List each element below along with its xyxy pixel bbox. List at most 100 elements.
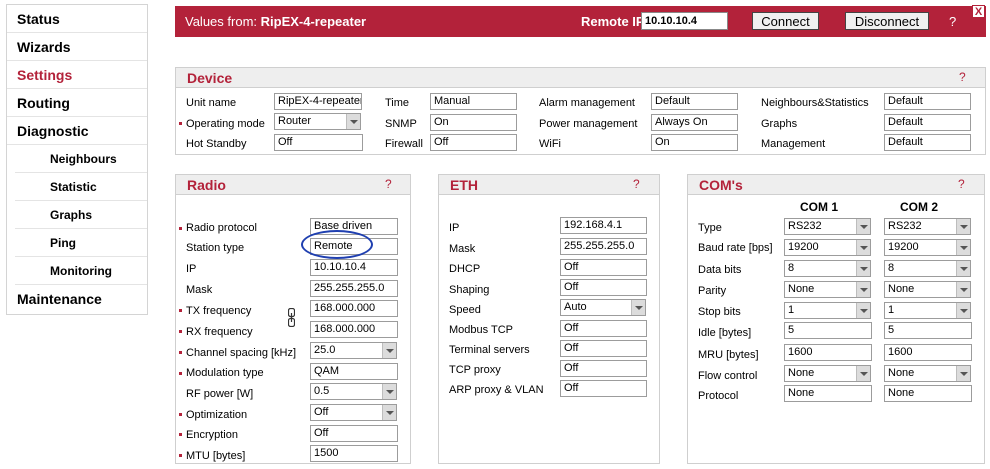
sidebar-item-wizards[interactable]: Wizards <box>7 33 147 61</box>
baud-rate-label: Baud rate [bps] <box>698 242 773 254</box>
values-from-text: Values from: RipEX-4-repeater <box>185 14 366 29</box>
sidebar-item-neighbours[interactable]: Neighbours <box>15 145 147 173</box>
shaping-label: Shaping <box>449 284 490 296</box>
alarm-management-field[interactable]: Default <box>651 93 738 110</box>
graphs-label: Graphs <box>761 118 798 130</box>
required-marker <box>179 309 182 312</box>
com1-idle-field[interactable]: 5 <box>784 322 872 339</box>
arp-proxy-vlan-field[interactable]: Off <box>560 380 647 397</box>
modbus-tcp-field[interactable]: Off <box>560 320 647 337</box>
radio-panel-title: Radio <box>187 177 226 193</box>
power-management-field[interactable]: Always On <box>651 114 738 131</box>
sidebar-item-routing[interactable]: Routing <box>7 89 147 117</box>
rx-frequency-field[interactable]: 168.000.000 <box>310 321 398 338</box>
tx-frequency-field[interactable]: 168.000.000 <box>310 300 398 317</box>
mtu-field[interactable]: 1500 <box>310 445 398 462</box>
com1-mru-field[interactable]: 1600 <box>784 344 872 361</box>
hot-standby-field[interactable]: Off <box>274 134 363 151</box>
snmp-field[interactable]: On <box>430 114 517 131</box>
modbus-tcp-label: Modbus TCP <box>449 324 513 336</box>
terminal-servers-field[interactable]: Off <box>560 340 647 357</box>
com2-data-bits-select[interactable]: 8 <box>884 260 971 277</box>
required-marker <box>179 351 182 354</box>
neighbours-statistics-field[interactable]: Default <box>884 93 971 110</box>
radio-mask-field[interactable]: 255.255.255.0 <box>310 280 398 297</box>
eth-ip-label: IP <box>449 222 460 234</box>
firewall-label: Firewall <box>385 138 423 150</box>
eth-mask-field[interactable]: 255.255.255.0 <box>560 238 647 255</box>
chevron-down-icon <box>856 240 870 255</box>
terminal-servers-label: Terminal servers <box>449 344 530 356</box>
com1-baud-value: 19200 <box>788 241 819 253</box>
channel-spacing-select[interactable]: 25.0 <box>310 342 397 359</box>
time-field[interactable]: Manual <box>430 93 517 110</box>
encryption-field[interactable]: Off <box>310 425 398 442</box>
wifi-field[interactable]: On <box>651 134 738 151</box>
tcp-proxy-field[interactable]: Off <box>560 360 647 377</box>
rf-power-value: 0.5 <box>314 385 330 397</box>
link-icon[interactable] <box>288 308 295 327</box>
device-panel: Device ? Unit name RipEX-4-repeater Oper… <box>175 67 986 155</box>
sidebar-item-settings[interactable]: Settings <box>7 61 147 89</box>
com1-data-bits-value: 8 <box>788 262 795 274</box>
snmp-label: SNMP <box>385 118 417 130</box>
com1-parity-select[interactable]: None <box>784 281 871 298</box>
com2-parity-select[interactable]: None <box>884 281 971 298</box>
sidebar-item-statistic[interactable]: Statistic <box>15 173 147 201</box>
firewall-field[interactable]: Off <box>430 134 517 151</box>
dhcp-field[interactable]: Off <box>560 259 647 276</box>
header-help-icon[interactable]: ? <box>949 14 956 29</box>
com2-idle-field[interactable]: 5 <box>884 322 972 339</box>
graphs-field[interactable]: Default <box>884 114 971 131</box>
sidebar-item-maintenance[interactable]: Maintenance <box>7 285 147 313</box>
radio-ip-field[interactable]: 10.10.10.4 <box>310 259 398 276</box>
rx-frequency-label: RX frequency <box>186 326 253 338</box>
radio-help-icon[interactable]: ? <box>385 177 392 191</box>
com1-flow-control-select[interactable]: None <box>784 365 871 382</box>
highlight-circle <box>301 230 373 259</box>
com2-type-select[interactable]: RS232 <box>884 218 971 235</box>
close-icon[interactable]: X <box>972 5 985 18</box>
chevron-down-icon <box>382 343 396 358</box>
com2-baud-select[interactable]: 19200 <box>884 239 971 256</box>
eth-help-icon[interactable]: ? <box>633 177 640 191</box>
management-field[interactable]: Default <box>884 134 971 151</box>
optimization-select[interactable]: Off <box>310 404 397 421</box>
mru-label: MRU [bytes] <box>698 349 759 361</box>
connect-button[interactable]: Connect <box>752 12 819 30</box>
radio-mask-label: Mask <box>186 284 213 296</box>
com1-type-select[interactable]: RS232 <box>784 218 871 235</box>
unit-name-field[interactable]: RipEX-4-repeater <box>274 93 362 110</box>
management-label: Management <box>761 138 826 150</box>
sidebar-item-status[interactable]: Status <box>7 5 147 33</box>
radio-panel: Radio ? Radio protocol Base driven Stati… <box>175 174 411 464</box>
com1-data-bits-select[interactable]: 8 <box>784 260 871 277</box>
com1-stop-bits-select[interactable]: 1 <box>784 302 871 319</box>
chevron-down-icon <box>956 219 970 234</box>
coms-help-icon[interactable]: ? <box>958 177 965 191</box>
remote-ip-input[interactable] <box>641 12 728 30</box>
operating-mode-label: Operating mode <box>186 118 265 130</box>
encryption-label: Encryption <box>186 429 238 441</box>
disconnect-button[interactable]: Disconnect <box>845 12 929 30</box>
sidebar-item-diagnostic[interactable]: Diagnostic <box>7 117 147 145</box>
com1-baud-select[interactable]: 19200 <box>784 239 871 256</box>
com2-stop-bits-select[interactable]: 1 <box>884 302 971 319</box>
rf-power-select[interactable]: 0.5 <box>310 383 397 400</box>
sidebar-item-monitoring[interactable]: Monitoring <box>15 257 147 285</box>
operating-mode-select[interactable]: Router <box>274 113 361 130</box>
shaping-field[interactable]: Off <box>560 279 647 296</box>
modulation-type-field[interactable]: QAM <box>310 363 398 380</box>
coms-panel: COM's ? COM 1 COM 2 Type RS232 RS232 Bau… <box>687 174 985 464</box>
sidebar-item-graphs[interactable]: Graphs <box>15 201 147 229</box>
sidebar-nav: Status Wizards Settings Routing Diagnost… <box>6 4 148 315</box>
device-help-icon[interactable]: ? <box>959 70 966 84</box>
sidebar-item-ping[interactable]: Ping <box>15 229 147 257</box>
unit-name-label: Unit name <box>186 97 237 109</box>
com2-flow-control-select[interactable]: None <box>884 365 971 382</box>
eth-ip-field[interactable]: 192.168.4.1 <box>560 217 647 234</box>
speed-select[interactable]: Auto <box>560 299 646 316</box>
com2-mru-field[interactable]: 1600 <box>884 344 972 361</box>
com2-protocol-field[interactable]: None <box>884 385 972 402</box>
com1-protocol-field[interactable]: None <box>784 385 872 402</box>
